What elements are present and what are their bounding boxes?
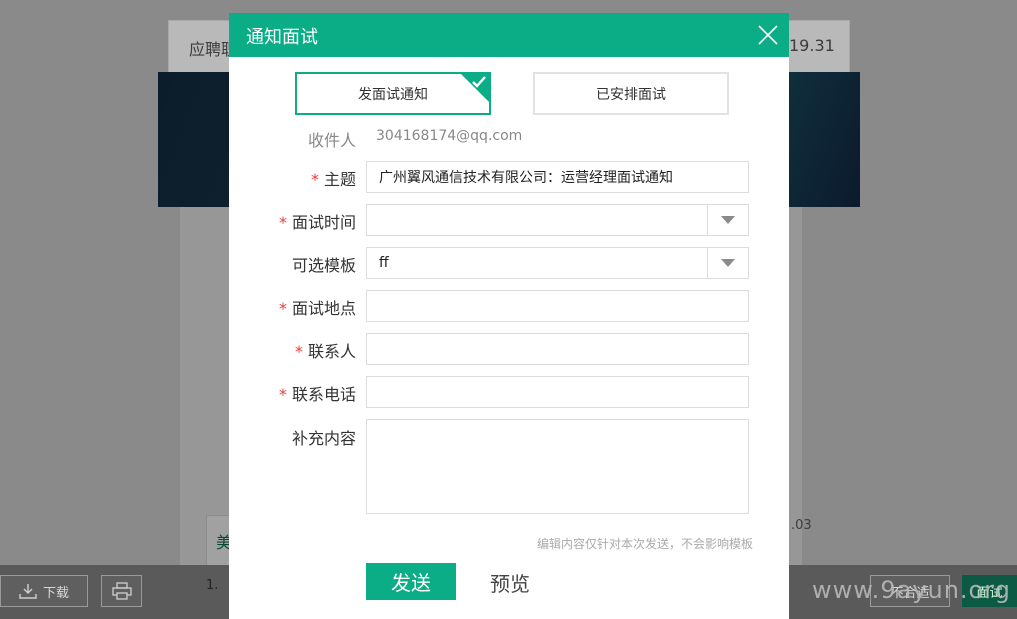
interview-time-select[interactable]: [366, 204, 749, 236]
template-label: 可选模板: [291, 256, 356, 275]
printer-icon: [111, 582, 132, 600]
check-icon: [472, 76, 486, 88]
phone-input[interactable]: [366, 376, 749, 408]
print-button[interactable]: [101, 575, 142, 607]
contact-label-text: 联系人: [307, 342, 356, 361]
template-value: ff: [379, 255, 389, 271]
tab-scheduled-interviews[interactable]: 已安排面试: [533, 72, 729, 115]
preview-link[interactable]: 预览: [490, 568, 530, 597]
required-mark: *: [294, 342, 303, 361]
subject-value: 广州翼风通信技术有限公司：运营经理面试通知: [379, 170, 673, 186]
extra-content-textarea[interactable]: [366, 419, 749, 514]
subject-input[interactable]: 广州翼风通信技术有限公司：运营经理面试通知: [366, 161, 749, 193]
chevron-down-icon: [721, 216, 735, 224]
background-card-value: 19.31: [789, 36, 835, 55]
required-mark: *: [278, 385, 287, 404]
contact-label: * 联系人: [229, 338, 356, 362]
required-mark: *: [278, 299, 287, 318]
template-hint: 编辑内容仅针对本次发送，不会影响模板: [537, 537, 754, 551]
send-button[interactable]: 发送: [366, 563, 456, 600]
subject-label-text: 主题: [323, 170, 356, 189]
download-icon: [19, 584, 37, 599]
interview-time-dropdown-toggle[interactable]: [707, 205, 748, 235]
download-button[interactable]: 下载: [0, 575, 88, 607]
tab-send-notice-label: 发面试通知: [358, 86, 428, 103]
phone-label: * 联系电话: [229, 381, 356, 405]
interview-time-label-text: 面试时间: [291, 213, 356, 232]
location-label-text: 面试地点: [291, 299, 356, 318]
location-label: * 面试地点: [229, 295, 356, 319]
dialog-header: 通知面试: [229, 13, 789, 57]
location-input[interactable]: [366, 290, 749, 322]
background-date: .03: [791, 518, 812, 533]
extra-content-label: 补充内容: [291, 429, 356, 448]
tab-scheduled-interviews-label: 已安排面试: [596, 86, 666, 103]
required-mark: *: [310, 170, 319, 189]
template-dropdown-toggle[interactable]: [707, 248, 748, 278]
required-mark: *: [278, 213, 287, 232]
phone-label-text: 联系电话: [291, 385, 356, 404]
tab-send-notice[interactable]: 发面试通知: [295, 72, 491, 115]
dialog-title: 通知面试: [246, 27, 318, 48]
interview-time-label: * 面试时间: [229, 209, 356, 233]
recipient-value: 304168174@qq.com: [376, 128, 523, 144]
background-list-number: 1.: [206, 578, 219, 593]
chevron-down-icon: [721, 259, 735, 267]
watermark: www.9ayun.org: [812, 576, 1011, 604]
close-icon[interactable]: [757, 24, 779, 46]
recipient-label: 收件人: [307, 131, 356, 150]
template-select[interactable]: ff: [366, 247, 749, 279]
contact-input[interactable]: [366, 333, 749, 365]
notify-interview-dialog: 通知面试 发面试通知 已安排面试 收件人 304168174@qq.com * 主…: [229, 13, 789, 619]
subject-label: * 主题: [229, 166, 356, 190]
download-label: 下载: [42, 585, 69, 601]
